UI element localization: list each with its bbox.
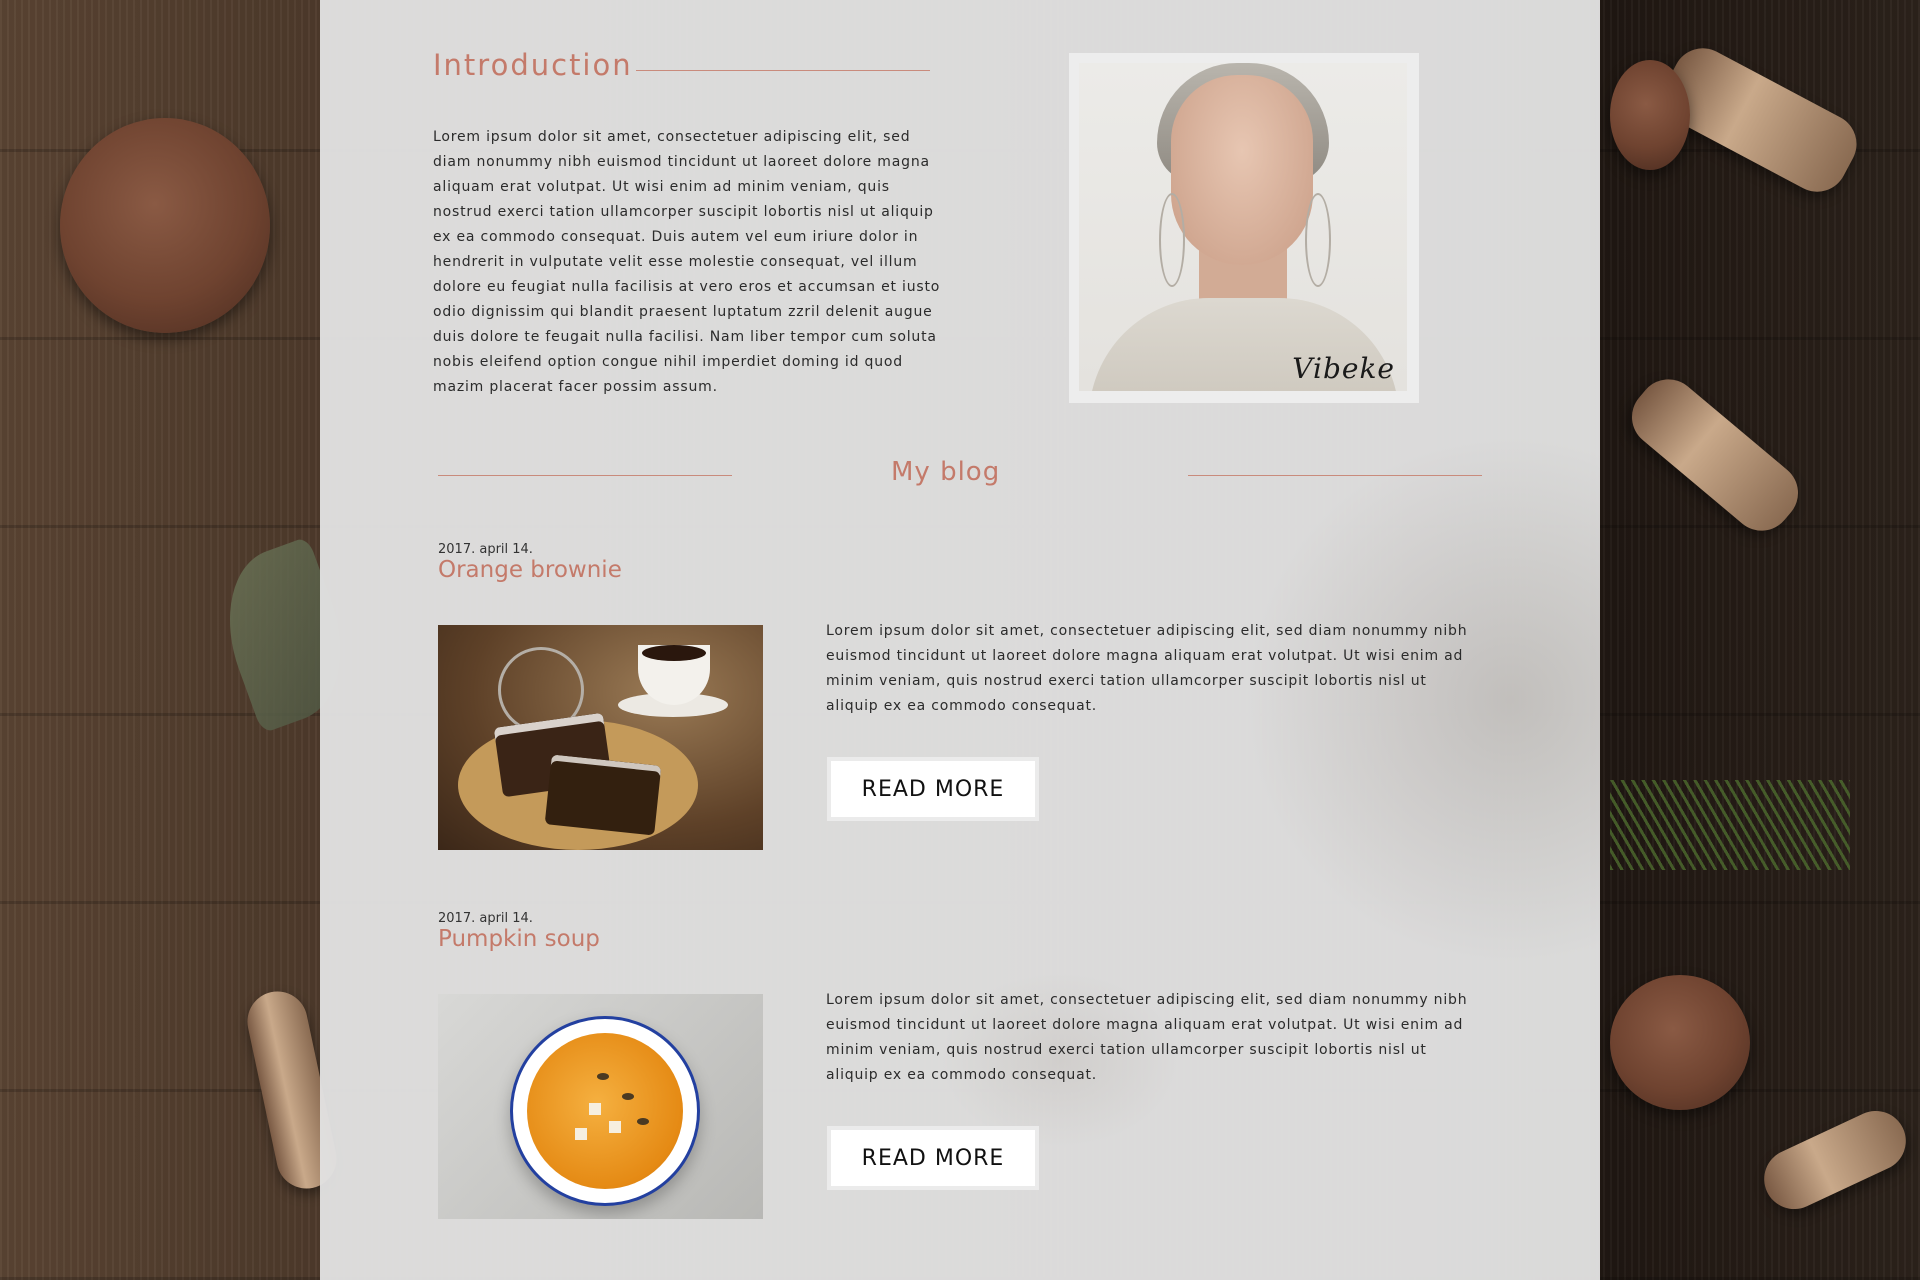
blog-title: My blog xyxy=(891,457,1001,487)
moss-right xyxy=(1610,780,1850,870)
intro-title-rule xyxy=(636,70,930,71)
seed-shape xyxy=(637,1118,649,1125)
seed-shape xyxy=(597,1073,609,1080)
post-date: 2017. april 14. xyxy=(438,542,533,557)
post-title[interactable]: Pumpkin soup xyxy=(438,926,600,952)
post-image-soup[interactable] xyxy=(438,994,763,1219)
portrait-earring-right xyxy=(1305,193,1331,287)
intro-title: Introduction xyxy=(433,48,633,82)
intro-text: Lorem ipsum dolor sit amet, consectetuer… xyxy=(433,129,941,395)
seed-shape xyxy=(622,1093,634,1100)
post-image-brownie[interactable] xyxy=(438,625,763,850)
crouton-shape xyxy=(609,1121,621,1133)
crouton-shape xyxy=(589,1103,601,1115)
portrait-earring-left xyxy=(1159,193,1185,287)
soup-bowl-shape xyxy=(510,1016,700,1206)
mushroom-cap-top-right xyxy=(1610,60,1690,170)
blog-rule-right xyxy=(1188,475,1482,476)
post-excerpt: Lorem ipsum dolor sit amet, consectetuer… xyxy=(826,623,1468,714)
author-portrait: Vibeke xyxy=(1079,63,1407,391)
brownie-shape xyxy=(544,754,662,836)
post-excerpt: Lorem ipsum dolor sit amet, consectetuer… xyxy=(826,992,1468,1083)
portrait-face xyxy=(1171,75,1313,265)
portrait-frame: Vibeke xyxy=(1069,53,1419,403)
post-title[interactable]: Orange brownie xyxy=(438,557,622,583)
mushroom-cap-bottom-right xyxy=(1610,975,1750,1110)
blog-rule-left xyxy=(438,475,732,476)
post-date: 2017. april 14. xyxy=(438,911,533,926)
soup-shape xyxy=(527,1033,683,1189)
mushroom-stem-bottom-right xyxy=(1754,1101,1916,1219)
mushroom-cap-left xyxy=(60,118,270,333)
read-more-button[interactable]: READ MORE xyxy=(827,757,1039,821)
read-more-button[interactable]: READ MORE xyxy=(827,1126,1039,1190)
content-panel: Introduction Lorem ipsum dolor sit amet,… xyxy=(320,0,1600,1280)
portrait-signature: Vibeke xyxy=(1292,352,1395,385)
mushroom-stem-right xyxy=(1619,367,1811,543)
coffee-shape xyxy=(642,645,706,661)
crouton-shape xyxy=(575,1128,587,1140)
